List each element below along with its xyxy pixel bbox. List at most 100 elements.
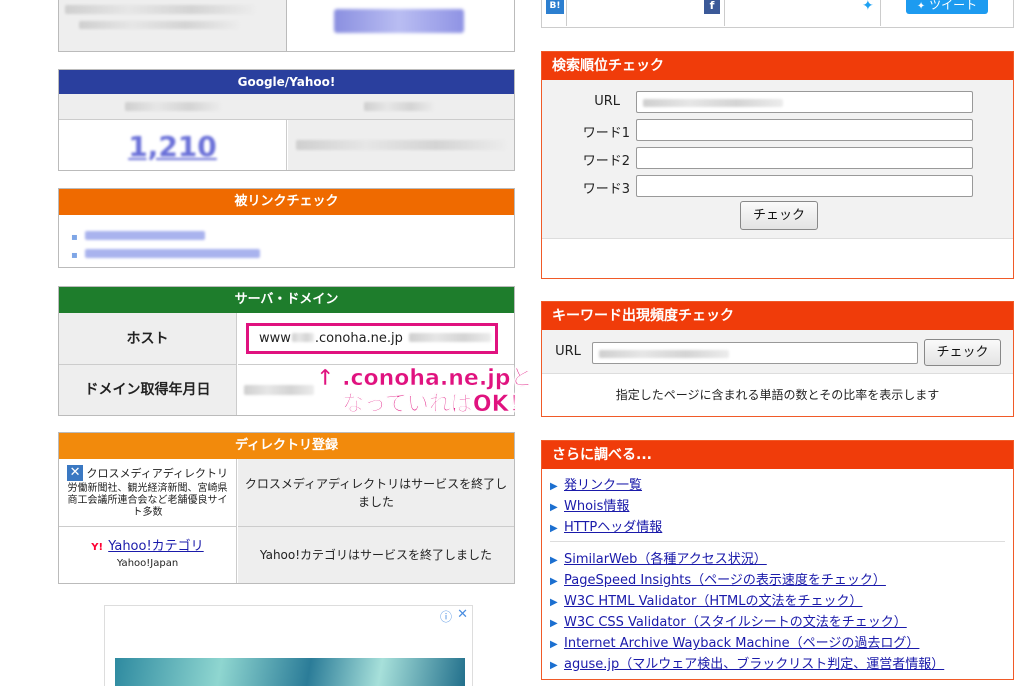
backlink-box: 被リンクチェック ▪ ▪ [58, 188, 515, 268]
similarweb-link[interactable]: SimilarWeb（各種アクセス状況） [564, 552, 767, 567]
host-label: ホスト [126, 331, 169, 347]
list-item[interactable]: ▪ [71, 243, 260, 261]
index-count-link[interactable]: 1,210 [128, 130, 217, 163]
directory-row-1-status-cell: クロスメディアディレクトリはサービスを終了しました [238, 459, 514, 527]
keyword-check-description: 指定したページに含まれる単語の数とその比率を表示します [615, 388, 940, 402]
directory-row-1-status: クロスメディアディレクトリはサービスを終了しました [244, 477, 508, 509]
blurred-text [79, 21, 239, 29]
more-header: さらに調べる... [542, 441, 1013, 469]
blurred-text [125, 102, 221, 111]
close-x-icon: ✕ [67, 465, 84, 481]
arrow-icon: ▪ [71, 250, 78, 261]
annotation-line-2: なっていればOK！ [342, 392, 531, 418]
blurred-link [85, 249, 260, 258]
ad-info-icon[interactable]: ⓘ [440, 608, 452, 625]
arrow-icon: ▪ [71, 232, 78, 243]
host-label-cell: ホスト [59, 313, 237, 365]
pagespeed-link[interactable]: PageSpeed Insights（ページの表示速度をチェック） [564, 573, 886, 588]
google-yahoo-count-cell: 1,210 [59, 120, 287, 170]
arrow-icon: ▶ [550, 576, 558, 587]
blurred-text [296, 140, 506, 150]
rank-url-input[interactable] [636, 91, 973, 113]
keyword-url-label: URL [555, 344, 581, 359]
host-prefix: www [259, 331, 291, 346]
blurred-count [334, 9, 464, 33]
google-yahoo-box: Google/Yahoo! 1,210 [58, 69, 515, 171]
arrow-icon: ▶ [550, 555, 558, 566]
keyword-check-form-row: URL チェック [542, 330, 1013, 374]
word2-label: ワード2 [582, 154, 630, 169]
directory-row-2-name-cell: Y! Yahoo!カテゴリ Yahoo!Japan [59, 527, 237, 583]
ad-close-icon[interactable]: ✕ [457, 607, 468, 622]
more-box: さらに調べる... ▶ 発リンク一覧 ▶ Whois情報 ▶ HTTPヘッダ情報 ▶ S… [541, 440, 1014, 680]
ad-image [115, 658, 465, 686]
annotation-line-1: ↑ .conoha.ne.jpと [316, 366, 533, 392]
keyword-check-header: キーワード出現頻度チェック [542, 302, 1013, 330]
outbound-links-link[interactable]: 発リンク一覧 [564, 478, 642, 493]
directory-row-2-title: Y! Yahoo!カテゴリ [59, 535, 236, 554]
blurred-host-suffix [408, 333, 491, 342]
domain-date-label-cell: ドメイン取得年月日 [59, 365, 237, 415]
yahoo-category-link[interactable]: Yahoo!カテゴリ [108, 539, 203, 554]
list-item: ▶ W3C CSS Validator（スタイルシートの文法をチェック） [550, 611, 944, 632]
more-group-2: ▶ SimilarWeb（各種アクセス状況） ▶ PageSpeed Insight… [550, 548, 944, 674]
list-item: ▶ SimilarWeb（各種アクセス状況） [550, 548, 944, 569]
blurred-text [364, 102, 434, 111]
rank-check-box: 検索順位チェック URL ワード1 ワード2 ワード3 チェック [541, 51, 1014, 279]
directory-row-1-name-cell: ✕ クロスメディアディレクトリ 労働新聞社、観光経済新聞、宮崎県商工会議所連合会… [59, 459, 237, 527]
directory-header: ディレクトリ登録 [59, 433, 514, 459]
aguse-link[interactable]: aguse.jp（マルウェア検出、ブラックリスト判定、運営者情報） [564, 657, 944, 672]
host-value: www .conoha.ne.jp [259, 331, 491, 346]
twitter-icon: ✦ [916, 1, 926, 12]
word1-input[interactable] [636, 119, 973, 141]
blurred-date [244, 385, 314, 395]
word3-label: ワード3 [582, 182, 630, 197]
arrow-icon: ▶ [550, 502, 558, 513]
whois-link[interactable]: Whois情報 [564, 499, 629, 514]
host-highlight-box: www .conoha.ne.jp [246, 323, 498, 354]
directory-row-1-sub: 労働新聞社、観光経済新聞、宮崎県商工会議所連合会など老舗優良サイト多数 [67, 483, 228, 518]
more-divider [550, 541, 1005, 542]
w3c-html-link[interactable]: W3C HTML Validator（HTMLの文法をチェック） [564, 594, 863, 609]
list-item: ▶ Internet Archive Wayback Machine（ページの過去… [550, 632, 944, 653]
keyword-check-box: キーワード出現頻度チェック URL チェック 指定したページに含まれる単語の数と… [541, 301, 1014, 417]
blurred-link [85, 231, 205, 240]
wayback-link[interactable]: Internet Archive Wayback Machine（ページの過去ロ… [564, 636, 919, 651]
blurred-url [643, 99, 783, 107]
w3c-css-link[interactable]: W3C CSS Validator（スタイルシートの文法をチェック） [564, 615, 907, 630]
arrow-icon: ▶ [550, 618, 558, 629]
list-item: ▶ aguse.jp（マルウェア検出、ブラックリスト判定、運営者情報） [550, 653, 944, 674]
facebook-icon[interactable]: f [704, 0, 720, 14]
list-item[interactable]: ▪ [71, 225, 260, 243]
word2-input[interactable] [636, 147, 973, 169]
keyword-url-input[interactable] [592, 342, 918, 364]
directory-row-1-title[interactable]: ✕ クロスメディアディレクトリ [59, 465, 236, 481]
keyword-check-button[interactable]: チェック [924, 339, 1001, 366]
arrow-icon: ▶ [550, 639, 558, 650]
backlink-list: ▪ ▪ [71, 225, 260, 261]
social-bar: B! f ✦ ✦ ツイート [541, 0, 1014, 28]
rank-check-header: 検索順位チェック [542, 52, 1013, 80]
arrow-icon: ▶ [550, 660, 558, 671]
directory-row-2-status-cell: Yahoo!カテゴリはサービスを終了しました [238, 527, 514, 583]
directory-box: ディレクトリ登録 ✕ クロスメディアディレクトリ 労働新聞社、観光経済新聞、宮崎… [58, 432, 515, 584]
tweet-button[interactable]: ✦ ツイート [906, 0, 988, 14]
twitter-bird-icon: ✦ [862, 0, 874, 14]
google-yahoo-header: Google/Yahoo! [59, 70, 514, 94]
annotation-text: ↑ .conoha.ne.jpと なっていればOK！ [316, 366, 533, 418]
directory-row-2-status: Yahoo!カテゴリはサービスを終了しました [259, 548, 493, 562]
directory-row-1-name: クロスメディアディレクトリ [86, 467, 228, 480]
hatena-bookmark-icon[interactable]: B! [546, 0, 564, 14]
page: Google/Yahoo! 1,210 被リンクチェック ▪ ▪ サーバ・ドメイ… [0, 0, 1024, 686]
ad-box[interactable]: ⓘ ✕ [104, 605, 473, 686]
rank-check-button[interactable]: チェック [740, 201, 818, 230]
http-header-link[interactable]: HTTPヘッダ情報 [564, 520, 662, 535]
list-item: ▶ Whois情報 [550, 495, 662, 516]
google-yahoo-info-cell [288, 120, 514, 170]
tweet-label: ツイート [929, 0, 978, 12]
more-group-1: ▶ 発リンク一覧 ▶ Whois情報 ▶ HTTPヘッダ情報 [550, 474, 662, 537]
rank-url-label: URL [594, 94, 620, 109]
backlink-header: 被リンクチェック [59, 189, 514, 215]
host-domain: .conoha.ne.jp [314, 331, 403, 346]
word3-input[interactable] [636, 175, 973, 197]
